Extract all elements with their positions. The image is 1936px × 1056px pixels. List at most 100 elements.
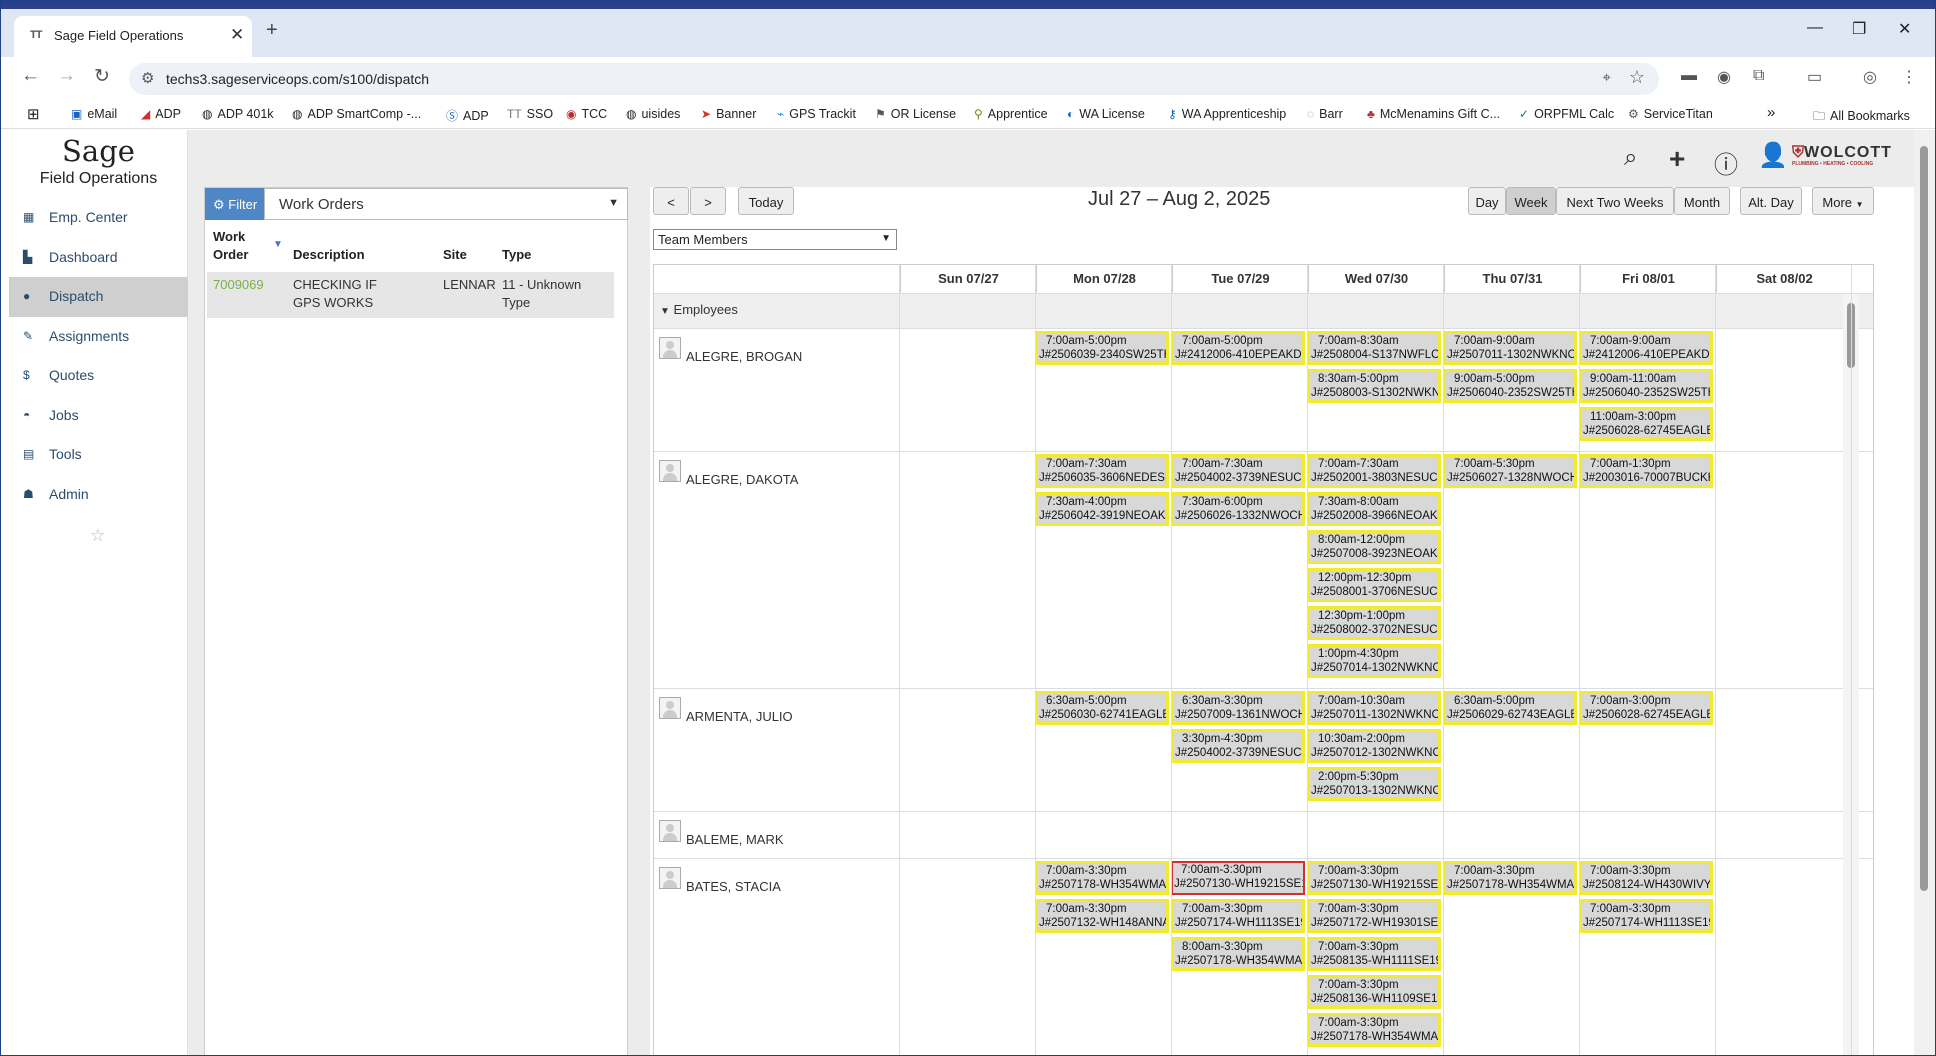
bookmark-servicetitan[interactable]: ⚙ ServiceTitan (1628, 107, 1713, 121)
sidebar-item-quotes[interactable]: $ Quotes (9, 356, 188, 396)
apps-grid-icon[interactable]: ⊞ (27, 105, 40, 123)
schedule-event[interactable]: 6:30am-5:00pm J#2506029-62743EAGLER (1443, 691, 1577, 725)
view-month-button[interactable]: Month (1674, 187, 1730, 215)
schedule-event[interactable]: 7:00am-3:30pm J#2507130-WH19215SE12 (1307, 861, 1441, 895)
sidebar-item-dispatch[interactable]: ● Dispatch (9, 277, 188, 317)
employee-row-label[interactable]: ALEGRE, BROGAN (654, 329, 900, 452)
schedule-event[interactable]: 7:30am-4:00pm J#2506042-3919NEOAKSI (1035, 492, 1169, 526)
sort-desc-icon[interactable]: ▼ (273, 236, 283, 254)
schedule-event[interactable]: 7:00am-7:30am J#2506035-3606NEDESER (1035, 454, 1169, 488)
extensions-icon[interactable]: ⧉ (1753, 67, 1764, 85)
bookmark-adp[interactable]: ◢ ADP (141, 107, 181, 121)
filter-button[interactable]: ⚙ Filter (205, 188, 264, 220)
schedule-event[interactable]: 7:00am-3:30pm J#2507178-WH354WMAP (1307, 1013, 1441, 1047)
schedule-event[interactable]: 7:00am-3:30pm J#2507132-WH148ANNAE (1035, 899, 1169, 933)
more-menu-button[interactable]: More ▼ (1812, 187, 1874, 215)
schedule-event[interactable]: 7:00am-3:30pm J#2507178-WH354WMAP (1035, 861, 1169, 895)
bookmark-adp-smartcomp[interactable]: ◍ ADP SmartComp -... (292, 107, 421, 121)
bookmark-banner[interactable]: ➤ Banner (701, 107, 756, 121)
schedule-event[interactable]: 7:00am-3:30pm J#2507174-WH1113SE193 (1579, 899, 1713, 933)
schedule-event[interactable]: 8:30am-5:00pm J#2508003-S1302NWKNC (1307, 369, 1441, 403)
header-site[interactable]: Site (443, 246, 467, 264)
site-info-icon[interactable]: ⚙ (141, 69, 154, 87)
schedule-event[interactable]: 7:00am-9:00am J#2507011-1302NWKNOI (1443, 331, 1577, 365)
header-work-order[interactable]: Work Order (213, 228, 263, 264)
extension-card-icon[interactable]: ▬ (1681, 67, 1697, 85)
today-button[interactable]: Today (738, 187, 794, 215)
sidebar-item-tools[interactable]: ▤ Tools (9, 435, 188, 475)
restore-icon[interactable]: ❐ (1852, 19, 1866, 39)
info-icon[interactable]: ⓘ (1714, 145, 1738, 180)
sidebar-item-assignments[interactable]: ✎ Assignments (9, 317, 188, 357)
employees-group-row[interactable]: ▼ Employees (654, 293, 1873, 329)
schedule-event[interactable]: 7:00am-10:30am J#2507011-1302NWKNOI (1307, 691, 1441, 725)
bookmark-star-icon[interactable]: ☆ (1629, 67, 1645, 88)
schedule-event[interactable]: 8:00am-3:30pm J#2507178-WH354WMAP (1171, 937, 1305, 971)
table-row[interactable]: 7009069 CHECKING IF GPS WORKS LENNAR 11 … (207, 272, 614, 318)
reload-icon[interactable]: ↻ (94, 65, 110, 88)
bookmark-mcmenamins[interactable]: ♣ McMenamins Gift C... (1367, 107, 1500, 121)
header-type[interactable]: Type (502, 246, 531, 264)
browser-tab[interactable]: TT Sage Field Operations ✕ (14, 16, 252, 57)
employee-row-label[interactable]: BATES, STACIA (654, 859, 900, 1055)
location-icon[interactable]: ⌖ (1603, 69, 1611, 86)
all-bookmarks[interactable]: 🗀 All Bookmarks (1813, 107, 1910, 128)
bookmark-wa-license[interactable]: ◐ WA License (1067, 107, 1145, 121)
search-icon[interactable]: ⌕ (1624, 144, 1637, 172)
add-icon[interactable]: + (1669, 143, 1685, 175)
schedule-event[interactable]: 7:00am-3:30pm J#2507172-WH19301SE12 (1307, 899, 1441, 933)
menu-kebab-icon[interactable]: ⋮ (1901, 67, 1917, 87)
view-week-button[interactable]: Week (1506, 187, 1556, 215)
view-next-two-weeks-button[interactable]: Next Two Weeks (1556, 187, 1674, 215)
employee-row-label[interactable]: ARMENTA, JULIO (654, 689, 900, 812)
schedule-event[interactable]: 2:00pm-5:30pm J#2507013-1302NWKNOI (1307, 767, 1441, 801)
favorite-star-icon[interactable]: ☆ (90, 526, 105, 546)
work-orders-select[interactable]: Work Orders ▼ (264, 188, 628, 220)
schedule-event[interactable]: 12:30pm-1:00pm J#2508002-3702NESUCHY (1307, 606, 1441, 640)
bookmark-email[interactable]: ▣ eMail (71, 107, 117, 121)
sidebar-item-jobs[interactable]: ◓ Jobs (9, 396, 188, 436)
schedule-event[interactable]: 1:00pm-4:30pm J#2507014-1302NWKNOI (1307, 644, 1441, 678)
sidebar-item-admin[interactable]: ☗ Admin (9, 475, 188, 515)
bookmark-or-license[interactable]: ⚑ OR License (875, 107, 956, 121)
employee-row-label[interactable]: BALEME, MARK (654, 812, 900, 859)
close-tab-icon[interactable]: ✕ (230, 25, 244, 45)
schedule-event[interactable]: 7:00am-7:30am J#2502001-3803NESUCHY (1307, 454, 1441, 488)
prev-week-button[interactable]: < (653, 187, 689, 215)
sidebar-item-dashboard[interactable]: ▙ Dashboard (9, 238, 188, 278)
schedule-event[interactable]: 7:00am-3:30pm J#2508136-WH1109SE193 (1307, 975, 1441, 1009)
schedule-event[interactable]: 9:00am-5:00pm J#2506040-2352SW25THS (1443, 369, 1577, 403)
profile-icon[interactable]: ◎ (1863, 67, 1877, 87)
back-icon[interactable]: ← (21, 65, 40, 87)
more-bookmarks-icon[interactable]: » (1767, 104, 1775, 121)
schedule-event[interactable]: 12:00pm-12:30pm J#2508001-3706NESUCHY (1307, 568, 1441, 602)
schedule-event[interactable]: 7:00am-5:00pm J#2412006-410EPEAKDIAI (1171, 331, 1305, 365)
bookmark-barr[interactable]: ◌ Barr (1307, 107, 1343, 121)
schedule-event[interactable]: 7:00am-3:30pm J#2508135-WH1111SE193 (1307, 937, 1441, 971)
schedule-event[interactable]: 7:00am-5:00pm J#2506039-2340SW25THS (1035, 331, 1169, 365)
schedule-event[interactable]: 7:00am-8:30am J#2508004-S137NWFLOR (1307, 331, 1441, 365)
schedule-event[interactable]: 7:00am-3:30pm J#2508124-WH430WIVYST (1579, 861, 1713, 895)
employees-group-label[interactable]: ▼ Employees (660, 302, 738, 317)
schedule-event[interactable]: 8:00am-12:00pm J#2507008-3923NEOAKSI (1307, 530, 1441, 564)
bookmark-uisides[interactable]: ◍ uisides (626, 107, 680, 121)
work-order-link[interactable]: 7009069 (213, 276, 264, 294)
page-scrollbar-thumb[interactable] (1920, 146, 1928, 891)
sidebar-item-emp-center[interactable]: ▦ Emp. Center (9, 198, 188, 238)
close-window-icon[interactable]: ✕ (1898, 19, 1911, 39)
schedule-event[interactable]: 7:30am-8:00am J#2502008-3966NEOAKSI (1307, 492, 1441, 526)
url-field[interactable]: ⚙ techs3.sageserviceops.com/s100/dispatc… (129, 63, 1659, 95)
header-description[interactable]: Description (293, 246, 365, 264)
schedule-event[interactable]: 7:00am-3:00pm J#2506028-62745EAGLER (1579, 691, 1713, 725)
bookmark-adp-2[interactable]: Ⓢ ADP (446, 107, 489, 124)
minimize-icon[interactable]: — (1807, 19, 1823, 37)
employee-row-label[interactable]: ALEGRE, DAKOTA (654, 452, 900, 689)
bookmark-orpfml[interactable]: ✓ ORPFML Calc (1519, 107, 1614, 121)
schedule-event[interactable]: 6:30am-3:30pm J#2507009-1361NWOCHC (1171, 691, 1305, 725)
schedule-event[interactable]: 7:00am-9:00am J#2412006-410EPEAKDIAI (1579, 331, 1713, 365)
schedule-event[interactable]: 11:00am-3:00pm J#2506028-62745EAGLER (1579, 407, 1713, 441)
schedule-event[interactable]: 3:30pm-4:30pm J#2504002-3739NESUCHY (1171, 729, 1305, 763)
schedule-event[interactable]: 6:30am-5:00pm J#2506030-62741EAGLER (1035, 691, 1169, 725)
schedule-event[interactable]: 10:30am-2:00pm J#2507012-1302NWKNOI (1307, 729, 1441, 763)
page-scrollbar[interactable] (1914, 130, 1935, 1055)
